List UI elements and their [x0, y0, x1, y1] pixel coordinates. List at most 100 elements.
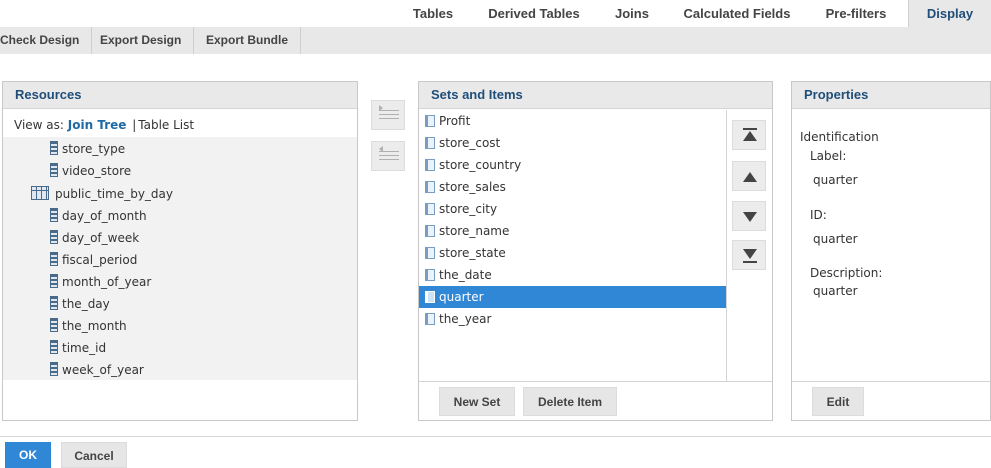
item-icon	[425, 269, 435, 281]
column-icon	[50, 252, 58, 266]
column-icon	[50, 274, 58, 288]
footer-divider	[0, 436, 991, 437]
tree-item-label: video_store	[62, 164, 132, 178]
delete-item-button[interactable]: Delete Item	[523, 387, 617, 416]
tree-item-label: month_of_year	[62, 275, 152, 289]
tree-table-item[interactable]: public_time_by_day	[31, 184, 173, 204]
list-item-label: store_city	[439, 202, 498, 216]
column-icon	[50, 141, 58, 155]
list-item[interactable]: store_country	[419, 154, 726, 176]
id-value: quarter	[813, 232, 858, 246]
tree-item[interactable]: day_of_month	[50, 206, 147, 226]
tree-item[interactable]: week_of_year	[50, 360, 144, 380]
edit-button[interactable]: Edit	[812, 387, 864, 416]
tab-display[interactable]: Display	[908, 0, 991, 27]
design-editor: Tables Derived Tables Joins Calculated F…	[0, 0, 991, 468]
new-set-button[interactable]: New Set	[439, 387, 515, 416]
list-item-label: store_cost	[439, 136, 501, 150]
move-down-button[interactable]	[732, 201, 766, 231]
sets-items-footer: New Set Delete Item	[419, 381, 772, 420]
remove-from-set-button[interactable]	[371, 141, 405, 171]
tab-derived-tables[interactable]: Derived Tables	[476, 0, 592, 27]
move-bottom-icon	[743, 249, 757, 259]
tree-item-label: public_time_by_day	[55, 187, 174, 201]
column-icon	[50, 296, 58, 310]
sets-items-panel: Sets and Items Profit store_cost store_c…	[418, 81, 773, 421]
list-item[interactable]: Profit	[419, 110, 726, 132]
tree-item[interactable]: the_day	[50, 294, 110, 314]
column-icon	[50, 208, 58, 222]
tree-item[interactable]: store_type	[50, 139, 125, 159]
view-as-label: View as:	[14, 118, 64, 132]
up-arrow-icon	[743, 131, 757, 141]
check-design-button[interactable]: Check Design	[0, 27, 93, 54]
label-key: Label:	[810, 149, 847, 163]
tree-item-label: day_of_week	[62, 231, 140, 245]
move-up-button[interactable]	[732, 161, 766, 191]
top-tab-bar: Tables Derived Tables Joins Calculated F…	[0, 0, 991, 27]
tree-item-label: the_day	[62, 297, 110, 311]
column-icon	[50, 230, 58, 244]
column-icon	[50, 318, 58, 332]
tree-item-label: fiscal_period	[62, 253, 138, 267]
items-list[interactable]: Profit store_cost store_country store_sa…	[419, 110, 727, 383]
list-item-label: store_state	[439, 246, 506, 260]
tree-item[interactable]: time_id	[50, 338, 106, 358]
item-icon	[425, 203, 435, 215]
list-item[interactable]: store_sales	[419, 176, 726, 198]
table-list-link[interactable]: Table List	[138, 118, 194, 132]
identification-heading: Identification	[800, 130, 879, 144]
tree-item-label: week_of_year	[62, 363, 144, 377]
tree-item[interactable]: day_of_week	[50, 228, 139, 248]
design-toolbar: Check Design Export Design Export Bundle	[0, 27, 991, 54]
item-icon	[425, 247, 435, 259]
resources-panel: Resources View as: Join Tree | Table List…	[2, 81, 358, 421]
list-item-selected[interactable]: quarter	[419, 286, 726, 308]
list-item[interactable]: store_cost	[419, 132, 726, 154]
list-item-label: store_name	[439, 224, 510, 238]
list-item-label: store_sales	[439, 180, 506, 194]
list-item[interactable]: store_state	[419, 242, 726, 264]
cancel-button[interactable]: Cancel	[61, 442, 127, 468]
tree-item[interactable]: the_month	[50, 316, 127, 336]
move-to-bottom-button[interactable]	[732, 240, 766, 270]
list-item[interactable]: the_year	[419, 308, 726, 330]
list-item[interactable]: store_city	[419, 198, 726, 220]
item-icon	[425, 159, 435, 171]
id-key: ID:	[810, 208, 827, 222]
list-item[interactable]: the_date	[419, 264, 726, 286]
export-design-button[interactable]: Export Design	[88, 27, 195, 54]
export-bundle-button[interactable]: Export Bundle	[194, 27, 302, 54]
description-key: Description:	[810, 266, 883, 280]
item-icon	[425, 137, 435, 149]
ok-button[interactable]: OK	[5, 442, 51, 468]
tab-tables[interactable]: Tables	[398, 0, 468, 27]
label-value: quarter	[813, 173, 858, 187]
tab-calculated-fields[interactable]: Calculated Fields	[672, 0, 802, 27]
tree-item-label: time_id	[62, 341, 107, 355]
add-to-set-button[interactable]	[371, 100, 405, 130]
properties-panel: Properties Identification Label: quarter…	[791, 81, 991, 421]
item-icon	[425, 181, 435, 193]
join-tree-link[interactable]: Join Tree	[68, 118, 127, 132]
tab-joins[interactable]: Joins	[600, 0, 664, 27]
tree-item[interactable]: video_store	[50, 161, 131, 181]
item-icon	[425, 291, 435, 303]
join-tree[interactable]: store_type video_store public_time_by_da…	[3, 137, 357, 380]
item-icon	[425, 313, 435, 325]
tree-item[interactable]: month_of_year	[50, 272, 151, 292]
column-icon	[50, 163, 58, 177]
column-icon	[50, 362, 58, 376]
tree-item[interactable]: fiscal_period	[50, 250, 137, 270]
list-item-label: Profit	[439, 114, 471, 128]
list-lines-icon	[379, 151, 399, 163]
tab-pre-filters[interactable]: Pre-filters	[810, 0, 902, 27]
properties-title: Properties	[792, 82, 990, 109]
move-down-icon	[743, 212, 757, 222]
move-to-top-button[interactable]	[732, 120, 766, 150]
list-item-label: the_year	[439, 312, 492, 326]
view-as: View as: Join Tree | Table List	[14, 118, 194, 132]
list-item-label: the_date	[439, 268, 492, 282]
properties-footer: Edit	[792, 381, 990, 420]
list-item[interactable]: store_name	[419, 220, 726, 242]
